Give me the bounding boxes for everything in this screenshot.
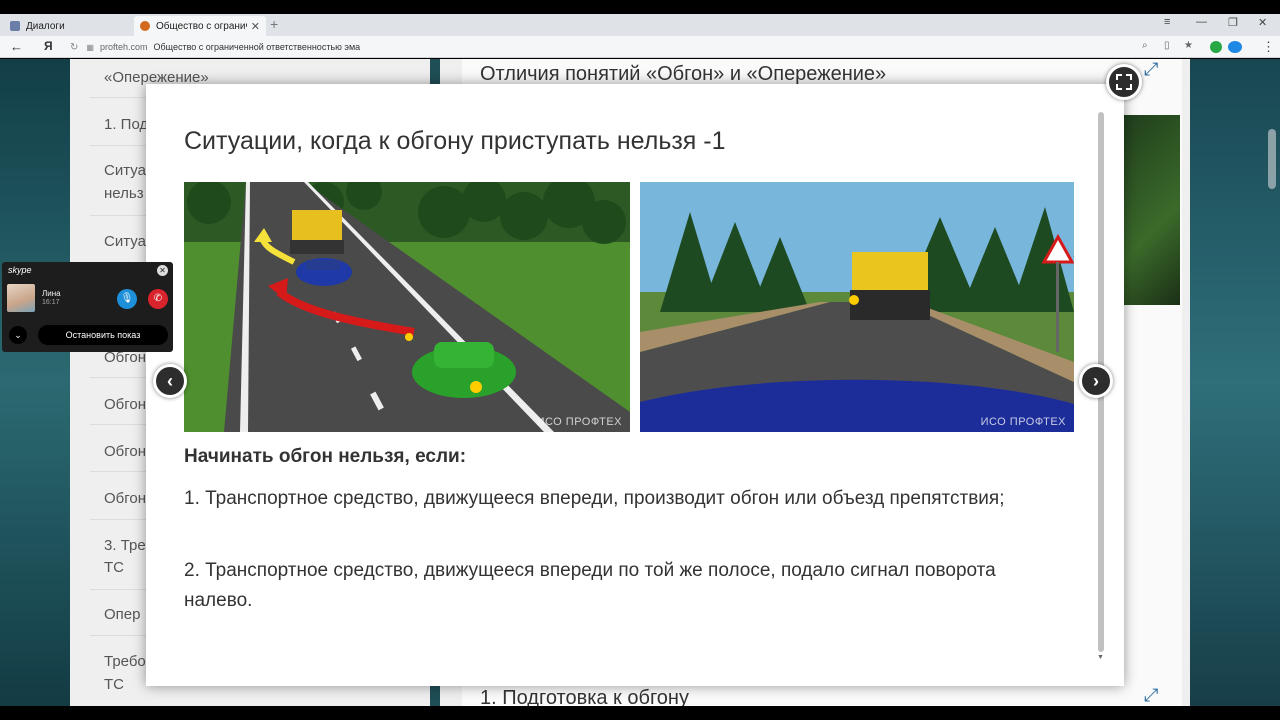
sidebar-item[interactable]: Обгон [104,443,146,460]
minimize-button[interactable]: — [1196,16,1207,28]
skype-logo: skype [8,265,32,275]
letterbox-bottom [0,706,1280,720]
close-icon[interactable]: ✕ [157,265,168,276]
sidebar-item[interactable]: ТС [104,676,124,693]
reload-icon[interactable]: ↻ [70,42,78,53]
reader-icon[interactable]: ▯ [1164,40,1170,51]
next-slide-button[interactable]: › [1079,364,1113,398]
section-illustration [1120,115,1180,305]
sidebar-item[interactable]: 3. Тре [104,537,146,554]
microphone-icon[interactable]: 🎙 [117,289,137,309]
url-domain: profteh.com [99,42,148,52]
illustration-truck-signal: ИСО ПРОФТЕХ [640,182,1074,432]
chevron-down-icon[interactable]: ⌄ [9,326,27,344]
illustration-truck-signal-art [640,182,1074,432]
url-field[interactable]: ↻ ▦ profteh.com Общество с ограниченной … [70,39,1200,55]
avatar [7,284,35,312]
watermark-text: ИСО ПРОФТЕХ [536,416,622,428]
page-background-left [0,59,70,706]
bookmark-star-icon[interactable]: ★ [1184,40,1193,51]
browser-menu-icon[interactable]: ≡ [1164,16,1170,28]
new-tab-button[interactable]: + [270,16,278,32]
browser-tab-bar: Диалоги Общество с ограниченн ✕ [0,14,1280,36]
previous-slide-button[interactable]: ‹ [153,364,187,398]
sidebar-item[interactable]: ТС [104,559,124,576]
hang-up-icon[interactable]: ✆ [148,289,168,309]
sidebar-item[interactable]: Обгон [104,490,146,507]
scroll-down-icon[interactable]: ▼ [1097,654,1104,661]
sidebar-item[interactable]: нельз [104,185,144,202]
skype-call-widget: skype ✕ Лина 16:17 🎙 ✆ ⌄ Остановить пока… [2,262,173,352]
rule-point-1: 1. Транспортное средство, движущееся впе… [184,488,1005,509]
yandex-icon[interactable]: Я [44,39,53,53]
extension-green-icon[interactable] [1210,41,1222,53]
sidebar-item[interactable]: Ситуа [104,162,146,179]
back-arrow-icon[interactable]: ← [10,39,23,54]
stop-sharing-button[interactable]: Остановить показ [38,325,168,345]
letterbox-top [0,0,1280,14]
caller-name: Лина [42,289,61,298]
extension-blue-icon[interactable] [1228,41,1242,53]
modal-title: Ситуации, когда к обгону приступать нель… [184,127,726,155]
fullscreen-icon[interactable]: ⤢ [1144,59,1158,80]
tab-profteh[interactable]: Общество с ограниченн ✕ [134,16,266,36]
page-background-right [1190,59,1280,706]
site-info-icon[interactable]: ▦ [86,43,94,52]
close-window-button[interactable]: ✕ [1258,16,1267,29]
tab-dialogs-title: Диалоги [26,20,65,32]
section-heading-next: 1. Подготовка к обгону [480,687,689,706]
tab-close-icon[interactable]: ✕ [251,20,260,33]
watermark-text: ИСО ПРОФТЕХ [980,416,1066,428]
tab-dialogs-icon [10,21,20,31]
sidebar-item[interactable]: Опер [104,606,140,623]
rule-lead: Начинать обгон нельзя, если: [184,446,467,467]
tab-dialogs[interactable]: Диалоги [4,16,132,36]
rule-point-2: 2. Транспортное средство, движущееся впе… [184,560,996,611]
call-time: 16:17 [42,299,60,306]
illustration-overtaking-art [184,182,630,432]
lightbox-modal: Ситуации, когда к обгону приступать нель… [146,84,1124,686]
tab-profteh-icon [140,21,150,31]
sidebar-item[interactable]: Требо [104,653,146,670]
search-icon[interactable]: ⌕ [1142,40,1148,51]
more-menu-icon[interactable]: ⋮ [1262,39,1275,55]
close-modal-button[interactable] [1106,64,1142,100]
illustration-overtaking: ИСО ПРОФТЕХ [184,182,630,432]
address-bar-row: ← Я ↻ ▦ profteh.com Общество с ограничен… [0,36,1280,58]
sidebar-item[interactable]: Обгон [104,396,146,413]
sidebar-item[interactable]: Ситуа [104,233,146,250]
exit-fullscreen-icon [1116,74,1132,90]
sidebar-item[interactable]: 1. Под [104,116,148,133]
section-heading: Отличия понятий «Обгон» и «Опережение» [480,63,887,85]
url-page-title: Общество с ограниченной ответственностью… [153,42,361,52]
fullscreen-icon[interactable]: ⤢ [1144,685,1158,706]
tab-profteh-title: Общество с ограниченн [156,20,247,32]
page-scrollbar-thumb[interactable] [1268,129,1276,189]
maximize-button[interactable]: ❐ [1228,16,1238,29]
